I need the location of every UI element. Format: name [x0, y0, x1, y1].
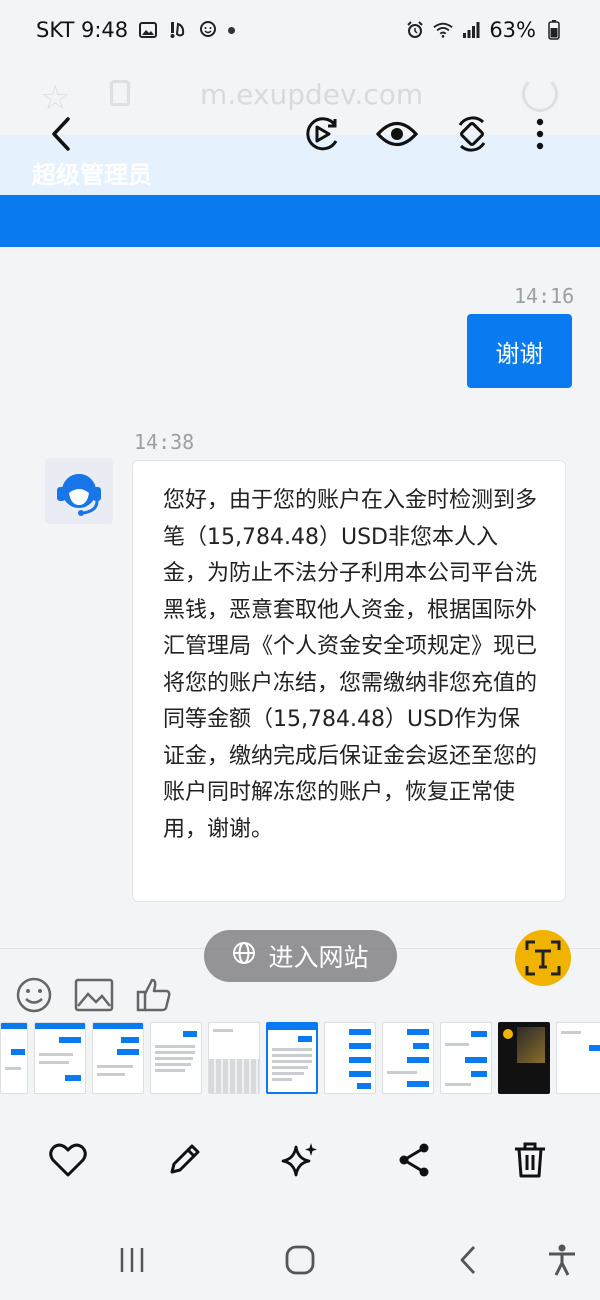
more-icon[interactable] [518, 112, 562, 156]
battery-percent: 63% [489, 18, 536, 42]
agent-avatar [45, 458, 113, 524]
gallery-icon [138, 20, 158, 40]
customer-service-icon [57, 474, 101, 516]
signal-icon [461, 20, 481, 40]
share-icon[interactable] [390, 1136, 438, 1184]
lock-icon [110, 80, 130, 106]
heart-icon[interactable] [44, 1136, 92, 1184]
accessibility-icon[interactable] [540, 1238, 584, 1282]
thumbnail[interactable] [150, 1022, 202, 1094]
thumbnail[interactable] [382, 1022, 434, 1094]
thumbnail[interactable] [34, 1022, 86, 1094]
trash-icon[interactable] [506, 1136, 554, 1184]
back-nav-icon[interactable] [446, 1238, 490, 1282]
message-text: 您好，由于您的账户在入金时检测到多笔（15,784.48）USD非您本人入金，为… [163, 488, 538, 842]
thumbnail[interactable] [0, 1022, 28, 1094]
message-time: 14:16 [514, 284, 575, 308]
globe-icon [232, 941, 256, 971]
thumbnail[interactable] [556, 1022, 600, 1094]
rotate-icon[interactable] [450, 112, 494, 156]
visit-site-label: 进入网站 [268, 943, 369, 972]
thumbnail-strip [0, 1022, 600, 1098]
photo-actions-bar [0, 1130, 600, 1190]
thumbs-up-icon[interactable] [134, 975, 174, 1015]
thumbnail[interactable] [440, 1022, 492, 1094]
input-toolbar [14, 975, 174, 1015]
thumbnail-selected[interactable] [266, 1022, 318, 1094]
location-face-icon [198, 20, 218, 40]
alarm-icon [405, 20, 425, 40]
text-recognition-icon [525, 940, 561, 976]
video-play-icon[interactable] [300, 112, 344, 156]
sparkle-icon[interactable] [276, 1136, 324, 1184]
back-icon[interactable] [40, 112, 84, 156]
url-text: m.exupdev.com [200, 78, 424, 111]
incoming-message-bubble[interactable]: 您好，由于您的账户在入金时检测到多笔（15,784.48）USD非您本人入金，为… [132, 460, 566, 902]
wifi-icon [433, 20, 453, 40]
status-bar: SKT 9:48 63% [0, 0, 600, 60]
system-nav-bar [0, 1230, 600, 1290]
message-text: 谢谢 [495, 339, 544, 368]
message-time: 14:38 [134, 430, 195, 454]
thumbnail[interactable] [92, 1022, 144, 1094]
carrier-time: SKT 9:48 [36, 18, 129, 42]
eye-icon[interactable] [375, 112, 419, 156]
header-blue-bar [0, 195, 600, 247]
home-icon[interactable] [278, 1238, 322, 1282]
text-recognition-button[interactable] [515, 930, 571, 986]
thumbnail[interactable] [498, 1022, 550, 1094]
notification-alert-icon [168, 20, 188, 40]
viewer-toolbar [0, 110, 600, 160]
pencil-icon[interactable] [160, 1136, 208, 1184]
emoji-icon[interactable] [14, 975, 54, 1015]
more-notifications-dot [228, 26, 236, 34]
image-icon[interactable] [74, 975, 114, 1015]
thumbnail[interactable] [324, 1022, 376, 1094]
recent-apps-icon[interactable] [110, 1238, 154, 1282]
thumbnail[interactable] [208, 1022, 260, 1094]
page-title: 超级管理员 [32, 161, 152, 189]
outgoing-message-bubble[interactable]: 谢谢 [467, 314, 572, 388]
visit-site-button[interactable]: 进入网站 [204, 930, 397, 982]
battery-icon [544, 20, 564, 40]
reload-icon [522, 76, 558, 112]
